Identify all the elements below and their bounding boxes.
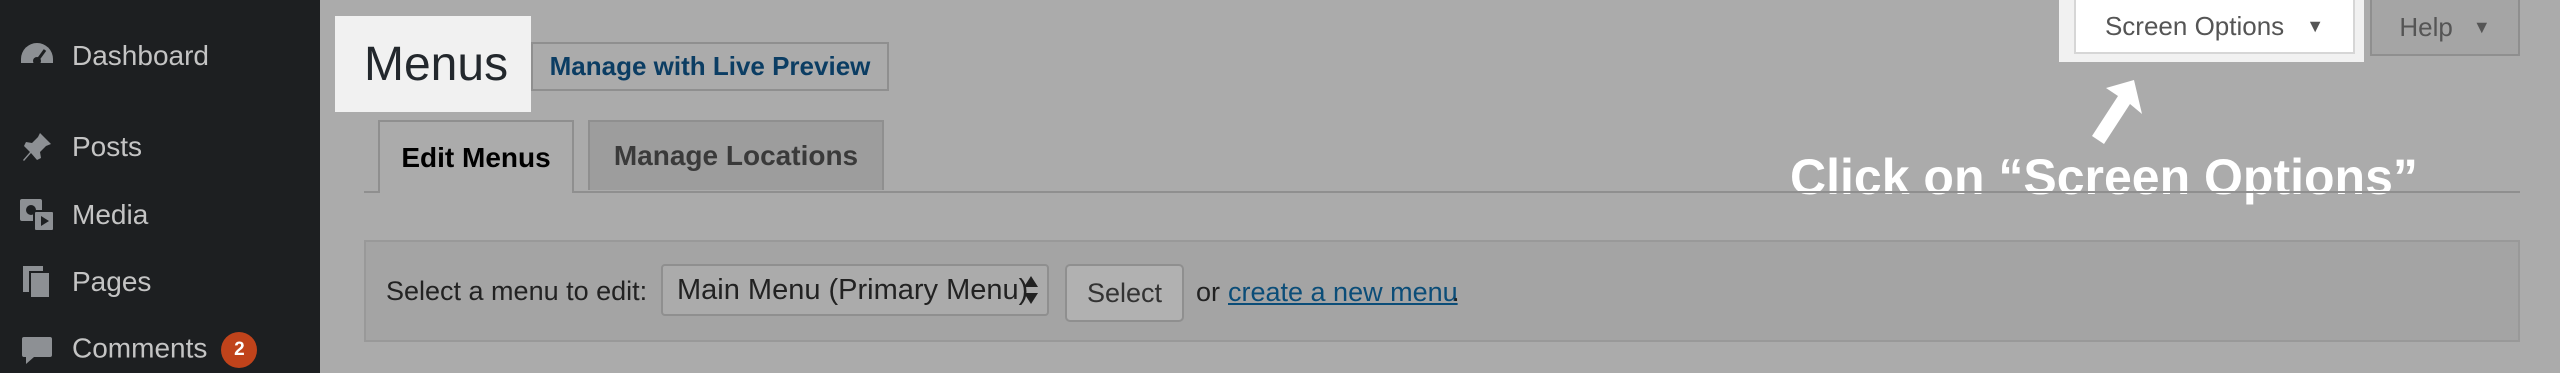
sidebar-item-text: Comments [72, 332, 208, 364]
help-label: Help [2399, 11, 2453, 42]
sidebar-item-label: Posts [72, 131, 143, 162]
caret-down-icon: ▼ [2306, 15, 2325, 36]
sidebar-item-label: Comments 2 [72, 332, 258, 368]
sidebar-item-media[interactable]: Media [0, 187, 320, 243]
admin-sidebar: Dashboard Posts Media Pages Comments 2 [0, 0, 320, 373]
pin-icon [18, 128, 56, 166]
page-title: Menus [364, 38, 509, 91]
sidebar-item-label: Media [72, 199, 149, 230]
sidebar-item-pages[interactable]: Pages [0, 254, 320, 310]
menu-dropdown[interactable]: Main Menu (Primary Menu) [661, 264, 1049, 316]
pointer-arrow-icon [2092, 80, 2142, 144]
comment-icon [18, 331, 56, 369]
screen-options-label: Screen Options [2104, 10, 2285, 41]
sidebar-item-dashboard[interactable]: Dashboard [0, 28, 320, 84]
menu-dropdown-value: Main Menu (Primary Menu) [677, 273, 1029, 306]
manage-live-preview-button[interactable]: Manage with Live Preview [531, 42, 889, 91]
sidebar-item-label: Dashboard [72, 40, 209, 71]
caret-down-icon: ▼ [2472, 16, 2491, 37]
select-button[interactable]: Select [1065, 264, 1184, 322]
sidebar-item-comments[interactable]: Comments 2 [0, 322, 320, 373]
screen-options-button[interactable]: Screen Options ▼ [2074, 0, 2355, 54]
media-icon [18, 196, 56, 234]
sidebar-item-posts[interactable]: Posts [0, 119, 320, 175]
help-button[interactable]: Help ▼ [2370, 0, 2520, 56]
pages-icon [18, 263, 56, 301]
sidebar-item-label: Pages [72, 266, 152, 297]
period-text: . [1452, 277, 1460, 307]
tab-manage-locations[interactable]: Manage Locations [588, 120, 884, 190]
comment-count-badge: 2 [221, 332, 258, 368]
tab-divider [364, 191, 2520, 193]
tab-edit-menus[interactable]: Edit Menus [378, 120, 574, 193]
create-new-menu-link[interactable]: create a new menu [1228, 277, 1458, 308]
select-menu-label: Select a menu to edit: [386, 276, 648, 306]
dashboard-icon [18, 37, 56, 75]
up-down-arrows-icon [1024, 276, 1038, 304]
annotation-callout: Click on “Screen Options” [1790, 149, 2418, 205]
or-text: or [1196, 277, 1221, 307]
